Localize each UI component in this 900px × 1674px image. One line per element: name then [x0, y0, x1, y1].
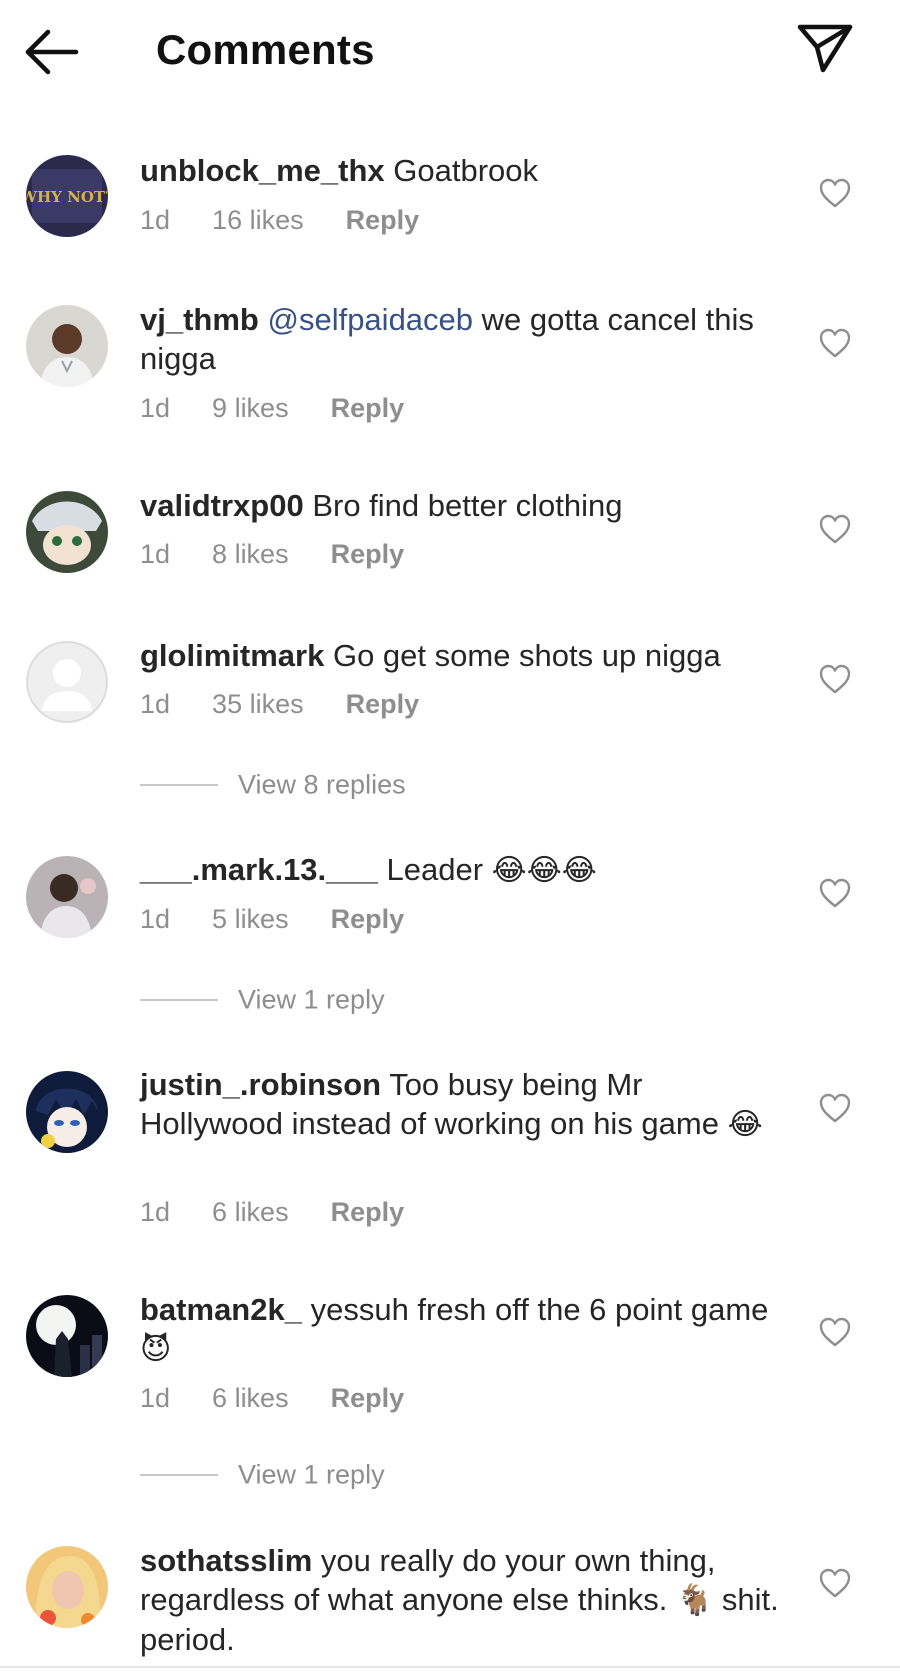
comment-emoji: 😈 [140, 1332, 172, 1367]
comment-username[interactable]: justin_.robinson [140, 1067, 381, 1102]
avatar-image [26, 1546, 108, 1628]
comment-body: glolimitmark Go get some shots up nigga [140, 636, 790, 675]
comment-likes[interactable]: 16 likes [212, 205, 304, 236]
reply-button[interactable]: Reply [346, 689, 420, 720]
avatar[interactable] [26, 641, 108, 723]
heart-outline-icon[interactable] [818, 327, 852, 359]
comment-text: Bro find better clothing [312, 488, 623, 523]
reply-button[interactable]: Reply [331, 904, 405, 935]
avatar[interactable] [26, 1071, 108, 1153]
comment-time: 1d [140, 1197, 171, 1227]
page-title: Comments [156, 26, 375, 73]
heart-outline-icon[interactable] [818, 1567, 852, 1599]
comment-likes[interactable]: 8 likes [212, 539, 289, 570]
comment-username[interactable]: vj_thmb [140, 302, 259, 337]
comment-username[interactable]: glolimitmark [140, 638, 324, 673]
comment-meta: 1d 35 likes Reply [140, 689, 461, 720]
comment-meta: 1d 9 likes Reply [140, 393, 446, 424]
share-button[interactable] [796, 22, 854, 74]
reply-button[interactable]: Reply [331, 1383, 405, 1414]
heart-outline-icon[interactable] [818, 1092, 852, 1124]
comment-meta: 1d 16 likes Reply [140, 205, 461, 236]
avatar-image: WHY NOT? [26, 155, 108, 237]
avatar[interactable] [26, 305, 108, 387]
divider [140, 783, 218, 786]
view-replies-button[interactable]: View 8 replies [140, 768, 406, 804]
comment-text: Leader [386, 852, 484, 887]
comment-username[interactable]: batman2k_ [140, 1292, 302, 1327]
view-replies-button[interactable]: View 1 reply [140, 983, 385, 1019]
comment-meta: 1d 5 likes Reply [140, 904, 446, 935]
heart-outline-icon[interactable] [818, 1316, 852, 1348]
comment-text: yessuh fresh off the 6 point game [310, 1292, 769, 1327]
comment-text: Go get some shots up nigga [332, 638, 721, 673]
avatar-image [26, 1071, 108, 1153]
view-replies-button[interactable]: View 1 reply [140, 1458, 385, 1494]
reply-button[interactable]: Reply [331, 393, 405, 424]
paper-plane-icon [797, 24, 853, 73]
comment-likes[interactable]: 6 likes [212, 1383, 289, 1414]
comment-time: 1d [140, 205, 171, 235]
comment-likes[interactable]: 35 likes [212, 689, 304, 720]
comment-username[interactable]: validtrxp00 [140, 488, 304, 523]
comment-time: 1d [140, 904, 171, 934]
avatar-text: WHY NOT? [26, 188, 108, 206]
avatar-image [26, 491, 108, 573]
divider [0, 1666, 900, 1668]
avatar[interactable] [26, 1546, 108, 1628]
reply-button[interactable]: Reply [331, 1197, 405, 1228]
comment-body: ___.mark.13.___ Leader 😂😂😂 [140, 850, 790, 890]
comment-body: sothatsslim you really do your own thing… [140, 1541, 790, 1659]
default-avatar-icon [26, 641, 108, 723]
view-replies-label: View 8 replies [238, 769, 406, 800]
avatar-image [26, 1295, 108, 1377]
comments-header: Comments [0, 0, 900, 100]
avatar[interactable]: WHY NOT? [26, 155, 108, 237]
comment-time: 1d [140, 689, 171, 719]
heart-outline-icon[interactable] [818, 877, 852, 909]
divider [140, 1473, 218, 1476]
comment-mention[interactable]: @selfpaidaceb [267, 302, 473, 337]
comment-time: 1d [140, 393, 171, 423]
comment-username[interactable]: unblock_me_thx [140, 153, 385, 188]
comment-meta: 1d 6 likes Reply [140, 1383, 446, 1414]
heart-outline-icon[interactable] [818, 513, 852, 545]
comment-meta: 1d 6 likes Reply [140, 1197, 446, 1228]
comment-emoji: 🐐 [675, 1583, 714, 1618]
avatar-image [26, 305, 108, 387]
divider [140, 998, 218, 1001]
view-replies-label: View 1 reply [238, 1459, 385, 1490]
comment-meta: 1d 8 likes Reply [140, 539, 446, 570]
comment-body: vj_thmb @selfpaidaceb we gotta cancel th… [140, 300, 790, 378]
comment-likes[interactable]: 9 likes [212, 393, 289, 424]
heart-outline-icon[interactable] [818, 663, 852, 695]
avatar-image [26, 856, 108, 938]
comment-body: justin_.robinson Too busy being Mr Holly… [140, 1065, 790, 1144]
comment-username[interactable]: sothatsslim [140, 1543, 312, 1578]
comment-likes[interactable]: 5 likes [212, 904, 289, 935]
comment-text: Goatbrook [393, 153, 539, 188]
comment-body: validtrxp00 Bro find better clothing [140, 486, 790, 525]
heart-outline-icon[interactable] [818, 177, 852, 209]
back-button[interactable] [24, 28, 82, 76]
avatar[interactable] [26, 856, 108, 938]
avatar[interactable] [26, 1295, 108, 1377]
reply-button[interactable]: Reply [346, 205, 420, 236]
arrow-left-icon [25, 29, 79, 75]
comment-body: batman2k_ yessuh fresh off the 6 point g… [140, 1290, 790, 1369]
comment-emoji: 😂😂😂 [491, 853, 597, 888]
comment-time: 1d [140, 1383, 171, 1413]
avatar[interactable] [26, 491, 108, 573]
comment-time: 1d [140, 539, 171, 569]
reply-button[interactable]: Reply [331, 539, 405, 570]
comment-emoji: 😂 [727, 1107, 763, 1142]
comment-body: unblock_me_thx Goatbrook [140, 151, 790, 190]
comment-likes[interactable]: 6 likes [212, 1197, 289, 1228]
view-replies-label: View 1 reply [238, 984, 385, 1015]
comment-username[interactable]: ___.mark.13.___ [140, 852, 378, 887]
